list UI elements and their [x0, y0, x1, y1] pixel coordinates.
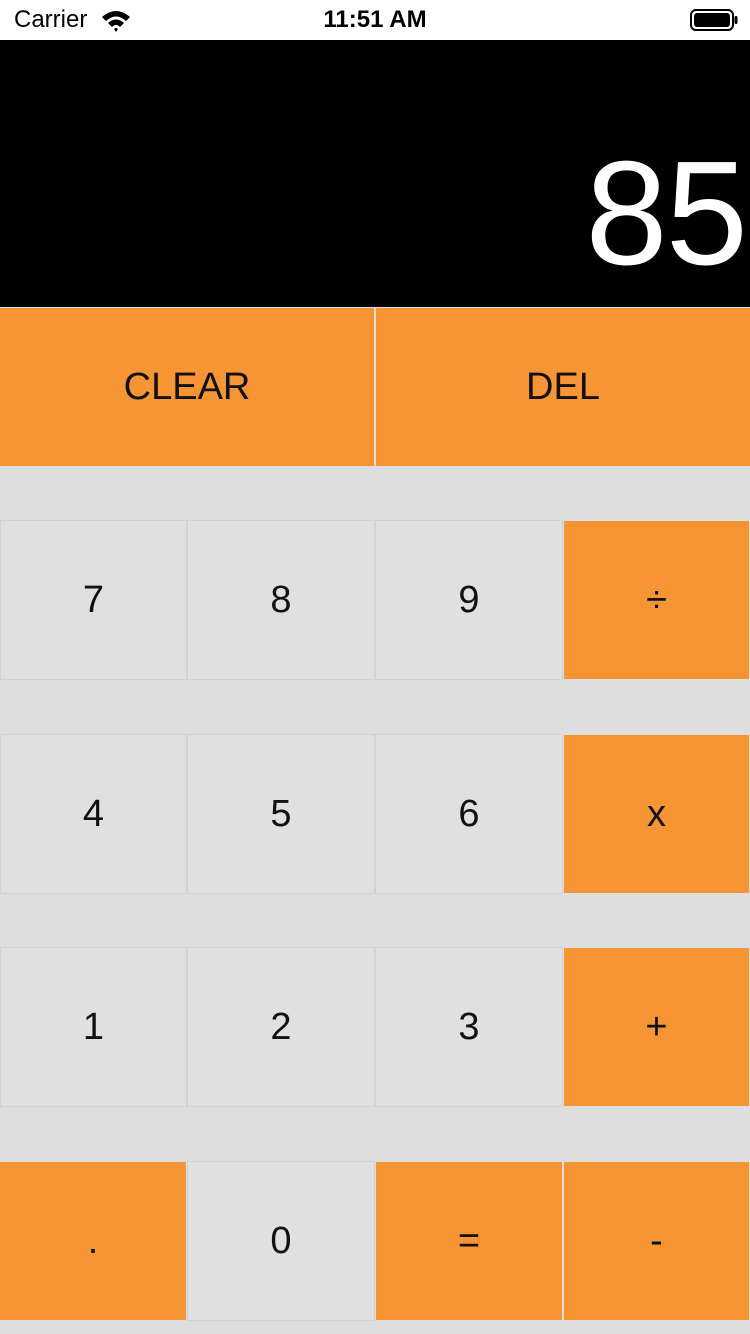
- digit-0-button[interactable]: 0: [187, 1161, 375, 1321]
- digit-7-button[interactable]: 7: [0, 520, 187, 680]
- equals-button[interactable]: =: [376, 1162, 562, 1320]
- clock: 11:51 AM: [323, 6, 427, 33]
- digit-3-button[interactable]: 3: [375, 947, 563, 1107]
- plus-button[interactable]: +: [564, 948, 749, 1106]
- digit-6-button[interactable]: 6: [375, 734, 563, 894]
- decimal-button[interactable]: .: [0, 1162, 186, 1320]
- clear-button[interactable]: CLEAR: [0, 308, 374, 466]
- digit-2-button[interactable]: 2: [187, 947, 375, 1107]
- digit-4-button[interactable]: 4: [0, 734, 187, 894]
- calculator-display: 85: [0, 40, 750, 307]
- digit-8-button[interactable]: 8: [187, 520, 375, 680]
- digit-5-button[interactable]: 5: [187, 734, 375, 894]
- display-value: 85: [585, 131, 748, 296]
- divide-button[interactable]: ÷: [564, 521, 749, 679]
- minus-button[interactable]: -: [564, 1162, 749, 1320]
- multiply-button[interactable]: x: [564, 735, 749, 893]
- status-bar: Carrier 11:51 AM: [0, 0, 750, 40]
- digit-9-button[interactable]: 9: [375, 520, 563, 680]
- digit-1-button[interactable]: 1: [0, 947, 187, 1107]
- battery-icon: [690, 9, 738, 31]
- delete-button[interactable]: DEL: [376, 308, 750, 466]
